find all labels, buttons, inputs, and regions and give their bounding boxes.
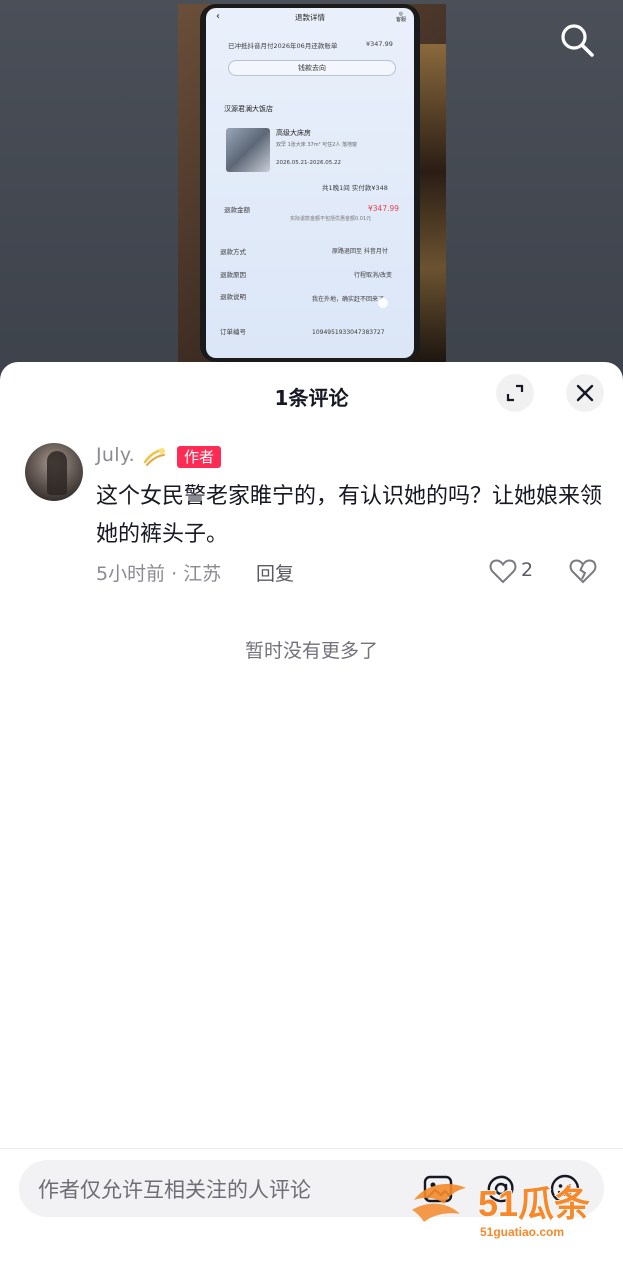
screen-touch-dot xyxy=(378,298,388,308)
reply-button[interactable]: 回复 xyxy=(256,559,294,586)
screen-nav: ‹ 退款详情 ◎ 客服 xyxy=(206,8,414,26)
comment-input-placeholder: 作者仅允许互相关注的人评论 xyxy=(38,1178,311,1202)
avatar[interactable] xyxy=(25,443,83,501)
search-icon[interactable] xyxy=(557,20,597,60)
no-more-text: 暂时没有更多了 xyxy=(244,640,378,662)
screen-back-icon: ‹ xyxy=(216,11,220,22)
screen-customer-service: ◎ 客服 xyxy=(395,11,406,23)
expand-icon xyxy=(506,384,524,402)
phone-in-video: ‹ 退款详情 ◎ 客服 已冲抵抖音月付2026年06月还款账单 ¥347.99 钱… xyxy=(200,4,420,362)
close-icon xyxy=(576,384,594,402)
phone-screen: ‹ 退款详情 ◎ 客服 已冲抵抖音月付2026年06月还款账单 ¥347.99 钱… xyxy=(206,8,414,358)
comet-emoji-icon xyxy=(143,448,165,466)
input-divider xyxy=(0,1148,623,1149)
svg-text:51guatiao.com: 51guatiao.com xyxy=(480,1225,564,1239)
dislike-icon[interactable] xyxy=(569,558,597,584)
screen-reason-label: 退款原因 xyxy=(220,271,246,279)
video-background[interactable]: ‹ 退款详情 ◎ 客服 已冲抵抖音月付2026年06月还款账单 ¥347.99 钱… xyxy=(0,0,623,380)
screen-refund-status: 已冲抵抖音月付2026年06月还款账单 xyxy=(228,42,338,50)
video-frame: ‹ 退款详情 ◎ 客服 已冲抵抖音月付2026年06月还款账单 ¥347.99 钱… xyxy=(178,4,446,380)
comment-sheet: 1条评论 July. 作者 这个女民警老家睢宁的，有认识她的吗？让她娘来领她的裤… xyxy=(0,362,623,1280)
screen-refund-label: 退款金额 xyxy=(224,206,250,214)
screen-hotel-image xyxy=(226,128,270,172)
screen-refund-amount-top: ¥347.99 xyxy=(366,40,393,48)
screen-reason-value: 行程取消/改变 xyxy=(354,272,393,279)
screen-stay-dates: 2026.05.21-2026.05.22 xyxy=(276,160,341,166)
comment-username[interactable]: July. xyxy=(96,444,135,466)
author-badge: 作者 xyxy=(177,446,222,468)
expand-button[interactable] xyxy=(496,374,534,412)
screen-order-value: 1094951933047383727 xyxy=(312,329,385,336)
screen-title: 退款详情 xyxy=(295,12,325,22)
screen-hotel-name: 汉源君澜大饭店 xyxy=(224,105,273,113)
screen-money-flow-button: 钱款去向 xyxy=(228,60,396,76)
screen-stay-summary: 共1晚1间 实付款¥348 xyxy=(322,184,388,192)
like-icon[interactable] xyxy=(489,558,517,584)
screen-refund-value: ¥347.99 xyxy=(368,204,400,213)
svg-text:51瓜条: 51瓜条 xyxy=(478,1183,590,1224)
screen-explain-value: 我在外地，确实赶不回来了 xyxy=(312,296,385,303)
screen-method-label: 退款方式 xyxy=(220,248,246,256)
avatar-figure xyxy=(47,451,67,495)
comment-meta: 5小时前 · 江苏 xyxy=(96,563,222,585)
close-button[interactable] xyxy=(566,374,604,412)
comment-text[interactable]: 这个女民警老家睢宁的，有认识她的吗？让她娘来领她的裤头子。 xyxy=(96,478,606,554)
screen-order-label: 订单编号 xyxy=(220,328,246,336)
screen-method-value: 原路退回至 抖音月付 xyxy=(332,248,388,255)
watermark-logo: 51瓜条 51guatiao.com xyxy=(412,1182,591,1239)
screen-room-type: 高级大床房 xyxy=(276,129,311,137)
screen-refund-note: 实际退款金额不包括优惠金额0.01元 xyxy=(290,216,372,222)
screen-explain-label: 退款说明 xyxy=(220,293,246,301)
screen-room-detail: 双早 1张大床 37m² 可住2人 落地窗 xyxy=(276,142,357,148)
like-count: 2 xyxy=(521,559,534,581)
